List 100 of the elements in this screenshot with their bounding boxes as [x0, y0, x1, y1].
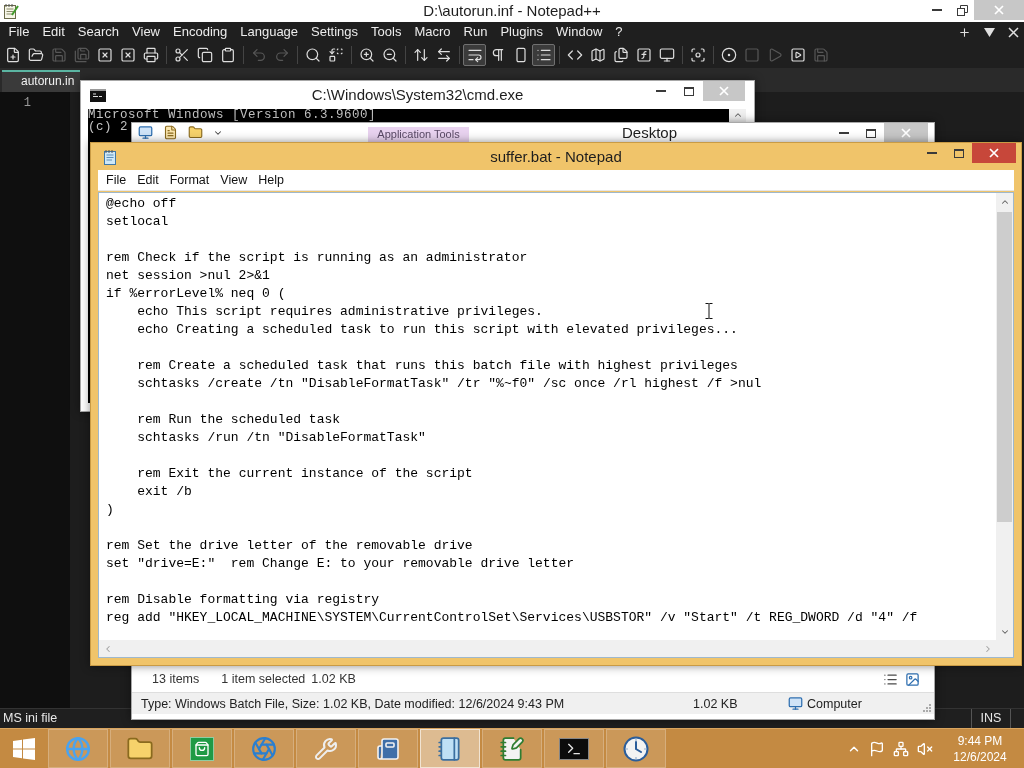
menu-item[interactable]: Edit — [131, 170, 165, 190]
scissors-icon — [173, 47, 190, 63]
chevron-up-icon — [732, 110, 743, 120]
maximize-icon[interactable] — [954, 148, 964, 158]
save-icon — [812, 47, 829, 63]
menu-item[interactable]: Edit — [35, 22, 72, 42]
menu-item[interactable]: Window — [549, 22, 609, 42]
status-text: INS — [979, 710, 1003, 727]
window-title: Desktop — [621, 123, 678, 142]
taskbar-button[interactable] — [544, 729, 604, 768]
console-icon — [90, 88, 106, 102]
close-icon — [96, 47, 113, 63]
triangle-down-icon[interactable] — [984, 27, 995, 37]
computer-icon[interactable] — [138, 125, 153, 140]
map-icon — [589, 47, 606, 63]
copy-icon — [196, 47, 213, 63]
speaker-muted-icon[interactable] — [917, 740, 933, 757]
text-line: rem Set the drive letter of the removable drive — [106, 537, 473, 555]
folder-icon[interactable] — [188, 125, 203, 140]
flag-icon[interactable] — [869, 740, 885, 757]
menu-item[interactable]: Run — [457, 22, 494, 42]
status-text: 1.02 KB — [311, 672, 356, 686]
text-line: exit /b — [137, 483, 192, 501]
menu-item[interactable]: File — [100, 170, 132, 190]
close-button[interactable] — [972, 143, 1016, 163]
menu-item[interactable]: View — [125, 22, 167, 42]
computer-icon — [788, 696, 803, 711]
monitor-icon — [658, 47, 675, 63]
toolbar-button[interactable] — [463, 44, 486, 66]
save-icon — [50, 47, 67, 63]
taskbar-button[interactable] — [606, 729, 666, 768]
wrap-text-icon — [466, 47, 483, 63]
text-line: schtasks /create /tn "DisableFormatTask" /tr "%~f0" /sc once /rl highest /f >nul — [137, 375, 762, 393]
text-line: echo Creating a scheduled task to run this script with elevated privileges... — [137, 321, 738, 339]
menu-item[interactable]: Tools — [364, 22, 408, 42]
file-tab[interactable]: autorun.in — [2, 70, 80, 92]
menu-item[interactable]: Settings — [304, 22, 365, 42]
line-number: 1 — [23, 96, 31, 111]
open-folder-icon — [27, 47, 44, 63]
files-icon — [612, 47, 629, 63]
notebook-icon — [437, 735, 463, 762]
shopping-bag-icon — [190, 736, 214, 761]
menu-item[interactable]: Macro — [407, 22, 458, 42]
undo-icon — [250, 47, 267, 63]
menu-item[interactable]: Encoding — [166, 22, 234, 42]
toolbar-button[interactable] — [532, 44, 555, 66]
wrench-icon — [314, 736, 338, 761]
maximize-icon[interactable] — [684, 86, 694, 96]
menu-item[interactable]: Format — [164, 170, 215, 190]
text-line: rem Exit the current instance of the script — [137, 465, 473, 483]
details-text: Computer — [807, 696, 862, 711]
menu-item[interactable]: Language — [233, 22, 305, 42]
redo-icon — [273, 47, 290, 63]
up-down-arrow-icon — [412, 47, 429, 63]
status-text: 13 items — [152, 672, 200, 686]
close-icon — [994, 5, 1004, 15]
plus-icon[interactable] — [958, 25, 971, 39]
text-line: rem Check if the script is running as an administrator — [106, 249, 528, 267]
code-icon — [566, 47, 583, 63]
thumbnail-view-icon[interactable] — [905, 671, 920, 687]
menu-item[interactable]: Search — [71, 22, 126, 42]
console-line: Microsoft Windows [Version 6.3.9600] — [88, 109, 377, 121]
restore-icon[interactable] — [956, 4, 968, 16]
notepad-icon — [103, 148, 119, 165]
windows-logo-icon — [13, 737, 35, 760]
close-icon[interactable] — [1008, 26, 1019, 38]
taskbar-button[interactable] — [482, 729, 542, 768]
text-line: net session >nul 2>&1 — [106, 267, 270, 285]
clock-icon — [623, 735, 649, 762]
window-title: D:\autorun.inf - Notepad++ — [423, 1, 601, 21]
menu-item[interactable]: File — [2, 22, 36, 42]
menu-item[interactable]: ? — [608, 22, 630, 42]
new-file-icon — [4, 47, 21, 63]
text-line: @echo off — [106, 195, 177, 213]
menu-item[interactable]: Plugins — [493, 22, 550, 42]
text-line: reg add "HKEY_LOCAL_MACHINE\SYSTEM\CurrentControlSet\Services\USBSTOR" /v "Start" /t REG_DWORD /d "4" /f — [106, 609, 918, 627]
taskbar-button[interactable] — [420, 729, 480, 768]
print-icon — [142, 47, 159, 63]
network-icon[interactable] — [893, 740, 909, 757]
maximize-icon[interactable] — [866, 128, 876, 138]
close-all-icon — [119, 47, 136, 63]
document-icon[interactable] — [163, 125, 178, 140]
stop-icon — [743, 47, 760, 63]
menu-item[interactable]: View — [214, 170, 253, 190]
context-tab[interactable]: Application Tools — [368, 127, 469, 142]
clipboard-icon — [219, 47, 236, 63]
text-line: rem Run the scheduled task — [137, 411, 341, 429]
focus-icon — [689, 47, 706, 63]
terminal-icon — [559, 737, 589, 760]
function-icon — [635, 47, 652, 63]
left-right-arrow-icon — [435, 47, 452, 63]
text-line: set "drive=E:" rem Change E: to your removable drive letter — [106, 555, 575, 573]
text-line: setlocal — [106, 213, 169, 231]
menu-item[interactable]: Help — [252, 170, 290, 190]
search-icon — [304, 47, 321, 63]
details-text: Type: Windows Batch File, Size: 1.02 KB, Date modified: 12/6/2024 9:43 PM — [140, 696, 566, 711]
scroll-thumb[interactable] — [997, 212, 1012, 522]
details-view-icon[interactable] — [883, 671, 898, 687]
record-icon — [720, 47, 737, 63]
text-cursor-icon — [705, 303, 713, 319]
